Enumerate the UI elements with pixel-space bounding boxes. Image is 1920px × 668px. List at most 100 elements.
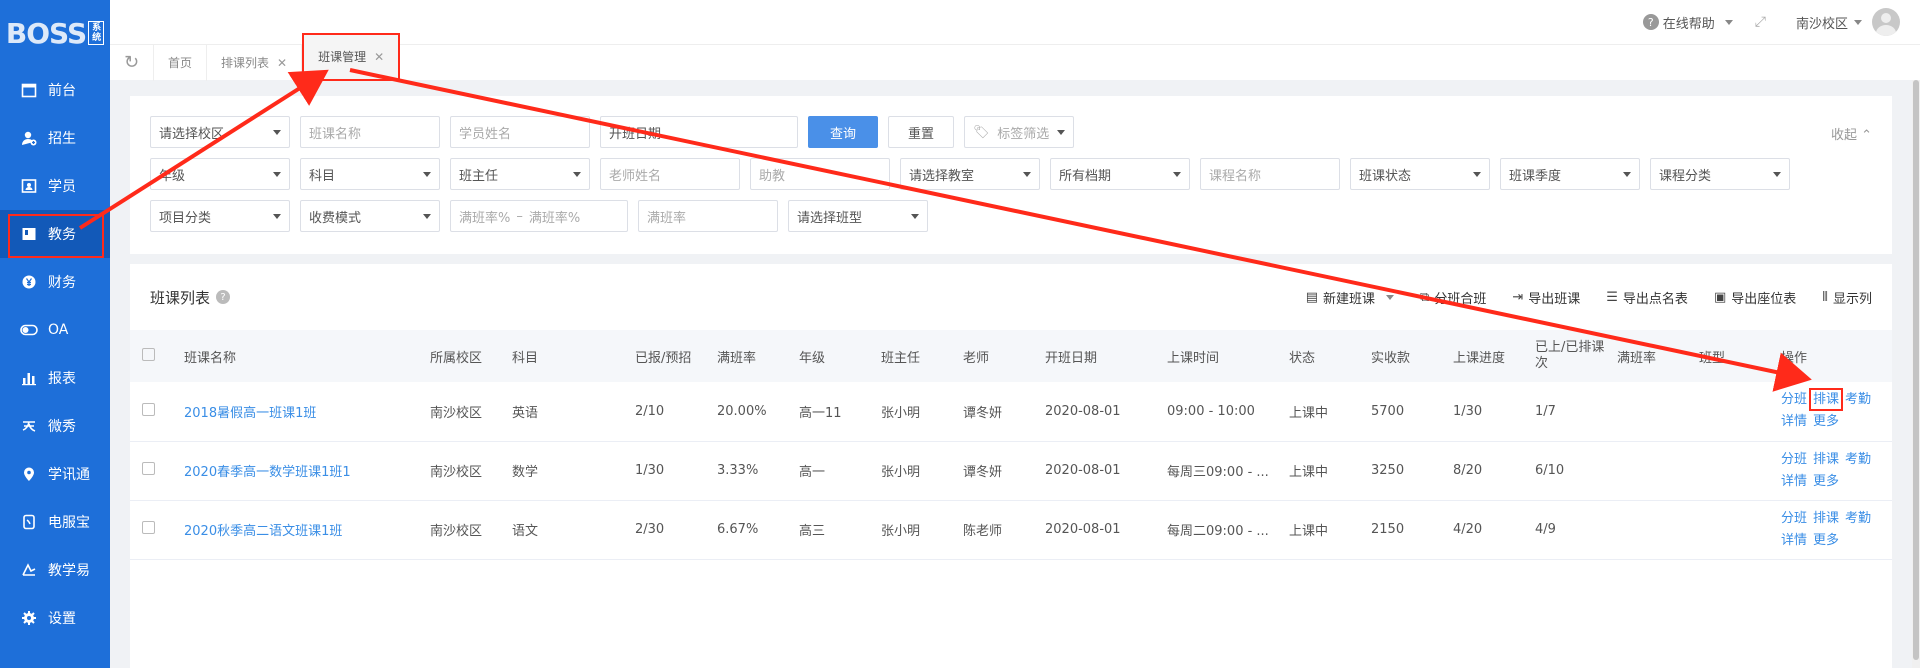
schedule-link[interactable]: 排课 [1809, 388, 1844, 412]
export-roll-button[interactable]: ☰ 导出点名表 [1606, 288, 1688, 307]
row-checkbox[interactable] [142, 521, 155, 534]
campus-select[interactable]: 请选择校区 [150, 116, 290, 148]
close-icon[interactable]: ✕ [374, 50, 384, 64]
query-button[interactable]: 查询 [808, 116, 878, 148]
term-select[interactable]: 所有档期 [1050, 158, 1190, 190]
detail-link[interactable]: 详情 [1781, 474, 1807, 489]
online-help-button[interactable]: ? 在线帮助 [1642, 13, 1733, 32]
fee-mode-value: 收费模式 [309, 210, 362, 226]
course-name-input[interactable]: 课程名称 [1200, 158, 1340, 190]
class-status-select[interactable]: 班课状态 [1350, 158, 1490, 190]
sidebar-item-dianfubao[interactable]: 电服宝 [0, 498, 110, 546]
schedule-link[interactable]: 排课 [1813, 452, 1839, 467]
sidebar-item-front-desk[interactable]: 前台 [0, 66, 110, 114]
class-name-input[interactable]: 班课名称 [300, 116, 440, 148]
collapse-toggle[interactable]: 收起 ⌃ [1831, 124, 1872, 143]
tag-filter-select[interactable]: 🏷 标签筛选 [964, 116, 1074, 148]
sidebar-item-xuexuntong[interactable]: 学讯通 [0, 450, 110, 498]
select-all-checkbox[interactable] [142, 347, 155, 361]
subject-select[interactable]: 科目 [300, 158, 440, 190]
help-icon[interactable]: ? [216, 290, 231, 304]
sidebar-item-academic[interactable]: 教务 [0, 210, 110, 258]
classroom-select[interactable]: 请选择教室 [900, 158, 1040, 190]
class-name-link[interactable]: 2020秋季高二语文班课1班 [176, 500, 422, 559]
more-link[interactable]: 更多 [1813, 414, 1839, 429]
column-header[interactable]: 状态 [1281, 330, 1363, 382]
detail-link[interactable]: 详情 [1781, 533, 1807, 548]
scrollbar-thumb[interactable] [1913, 80, 1919, 660]
attendance-link[interactable]: 考勤 [1845, 392, 1871, 407]
split-class-link[interactable]: 分班 [1781, 452, 1807, 467]
schedule-link[interactable]: 排课 [1813, 511, 1839, 526]
column-header[interactable]: 满班率 [1609, 330, 1691, 382]
sidebar-item-jiaoxueyi[interactable]: 教学易 [0, 546, 110, 594]
logo[interactable]: BOSS 系统 [0, 0, 110, 66]
column-header[interactable]: 班课名称 [176, 330, 422, 382]
class-type-select[interactable]: 请选择班型 [788, 200, 928, 232]
sidebar-item-students[interactable]: 学员 [0, 162, 110, 210]
cell-sessions: 1/7 [1535, 403, 1556, 419]
grade-select[interactable]: 年级 [150, 158, 290, 190]
column-header[interactable]: 科目 [504, 330, 627, 382]
show-columns-button[interactable]: ⦀ 显示列 [1822, 288, 1872, 307]
column-header[interactable]: 年级 [791, 330, 873, 382]
column-header[interactable]: 已上/已排课次 [1527, 330, 1609, 382]
more-link[interactable]: 更多 [1813, 533, 1839, 548]
class-name-link[interactable]: 2020春季高一数学班课1班1 [176, 441, 422, 500]
teacher-name-input[interactable]: 老师姓名 [600, 158, 740, 190]
column-header[interactable]: 所属校区 [422, 330, 504, 382]
campus-switcher[interactable]: 南沙校区 [1796, 13, 1862, 32]
close-icon[interactable]: ✕ [277, 56, 287, 70]
export-class-button[interactable]: ⇥ 导出班课 [1512, 288, 1580, 307]
column-header[interactable]: 已报/预招 [627, 330, 709, 382]
column-header[interactable]: 实收款 [1363, 330, 1445, 382]
tab-class-management[interactable]: 班课管理 ✕ [302, 32, 401, 81]
sidebar-item-weixiu[interactable]: 微秀 [0, 402, 110, 450]
refresh-icon[interactable]: ↻ [110, 44, 154, 81]
attendance-link[interactable]: 考勤 [1845, 452, 1871, 467]
column-header[interactable]: 班型 [1691, 330, 1773, 382]
tab-schedule-list[interactable]: 排课列表 ✕ [207, 44, 303, 81]
project-category-select[interactable]: 项目分类 [150, 200, 290, 232]
split-class-link[interactable]: 分班 [1781, 392, 1807, 407]
sidebar-item-reports[interactable]: 报表 [0, 354, 110, 402]
full-rate-range-input[interactable]: 满班率% – 满班率% [450, 200, 628, 232]
start-date-picker[interactable]: 开班日期 [600, 116, 798, 148]
avatar[interactable] [1872, 8, 1900, 36]
chevron-down-icon [1473, 171, 1481, 177]
student-name-input[interactable]: 学员姓名 [450, 116, 590, 148]
tab-home[interactable]: 首页 [154, 44, 208, 81]
new-class-button[interactable]: ▤ 新建班课 [1306, 288, 1395, 307]
column-header[interactable]: 班主任 [873, 330, 955, 382]
attendance-link[interactable]: 考勤 [1845, 511, 1871, 526]
full-rate-input[interactable]: 满班率 [638, 200, 778, 232]
vertical-scrollbar[interactable] [1912, 80, 1920, 668]
sidebar-item-oa[interactable]: OA [0, 306, 110, 354]
sidebar-item-settings[interactable]: 设置 [0, 594, 110, 642]
column-header[interactable]: 上课进度 [1445, 330, 1527, 382]
merge-icon: ⧉ [1420, 289, 1430, 305]
column-header[interactable]: 老师 [955, 330, 1037, 382]
class-season-select[interactable]: 班课季度 [1500, 158, 1640, 190]
course-category-select[interactable]: 课程分类 [1650, 158, 1790, 190]
row-checkbox[interactable] [142, 402, 155, 416]
fullscreen-icon[interactable]: ⤢ [1755, 14, 1766, 30]
detail-link[interactable]: 详情 [1781, 414, 1807, 429]
export-seat-button[interactable]: ▣ 导出座位表 [1714, 288, 1796, 307]
sidebar-item-finance[interactable]: 财务 [0, 258, 110, 306]
row-checkbox[interactable] [142, 462, 155, 475]
merge-class-button[interactable]: ⧉ 分班合班 [1420, 288, 1486, 307]
reset-button[interactable]: 重置 [888, 116, 954, 148]
filter-row: 年级 科目 班主任 老师姓名 助教 请选择教室 所有档期 课程名称 班课状态 班… [150, 158, 1872, 190]
column-header[interactable]: 开班日期 [1037, 330, 1159, 382]
more-link[interactable]: 更多 [1813, 474, 1839, 489]
head-teacher-select[interactable]: 班主任 [450, 158, 590, 190]
class-name-link[interactable]: 2018暑假高一班课1班 [176, 382, 422, 441]
column-header[interactable]: 满班率 [709, 330, 791, 382]
wechat-show-icon [20, 417, 38, 435]
fee-mode-select[interactable]: 收费模式 [300, 200, 440, 232]
assistant-input[interactable]: 助教 [750, 158, 890, 190]
split-class-link[interactable]: 分班 [1781, 511, 1807, 526]
column-header[interactable]: 上课时间 [1159, 330, 1281, 382]
sidebar-item-enrollment[interactable]: 招生 [0, 114, 110, 162]
